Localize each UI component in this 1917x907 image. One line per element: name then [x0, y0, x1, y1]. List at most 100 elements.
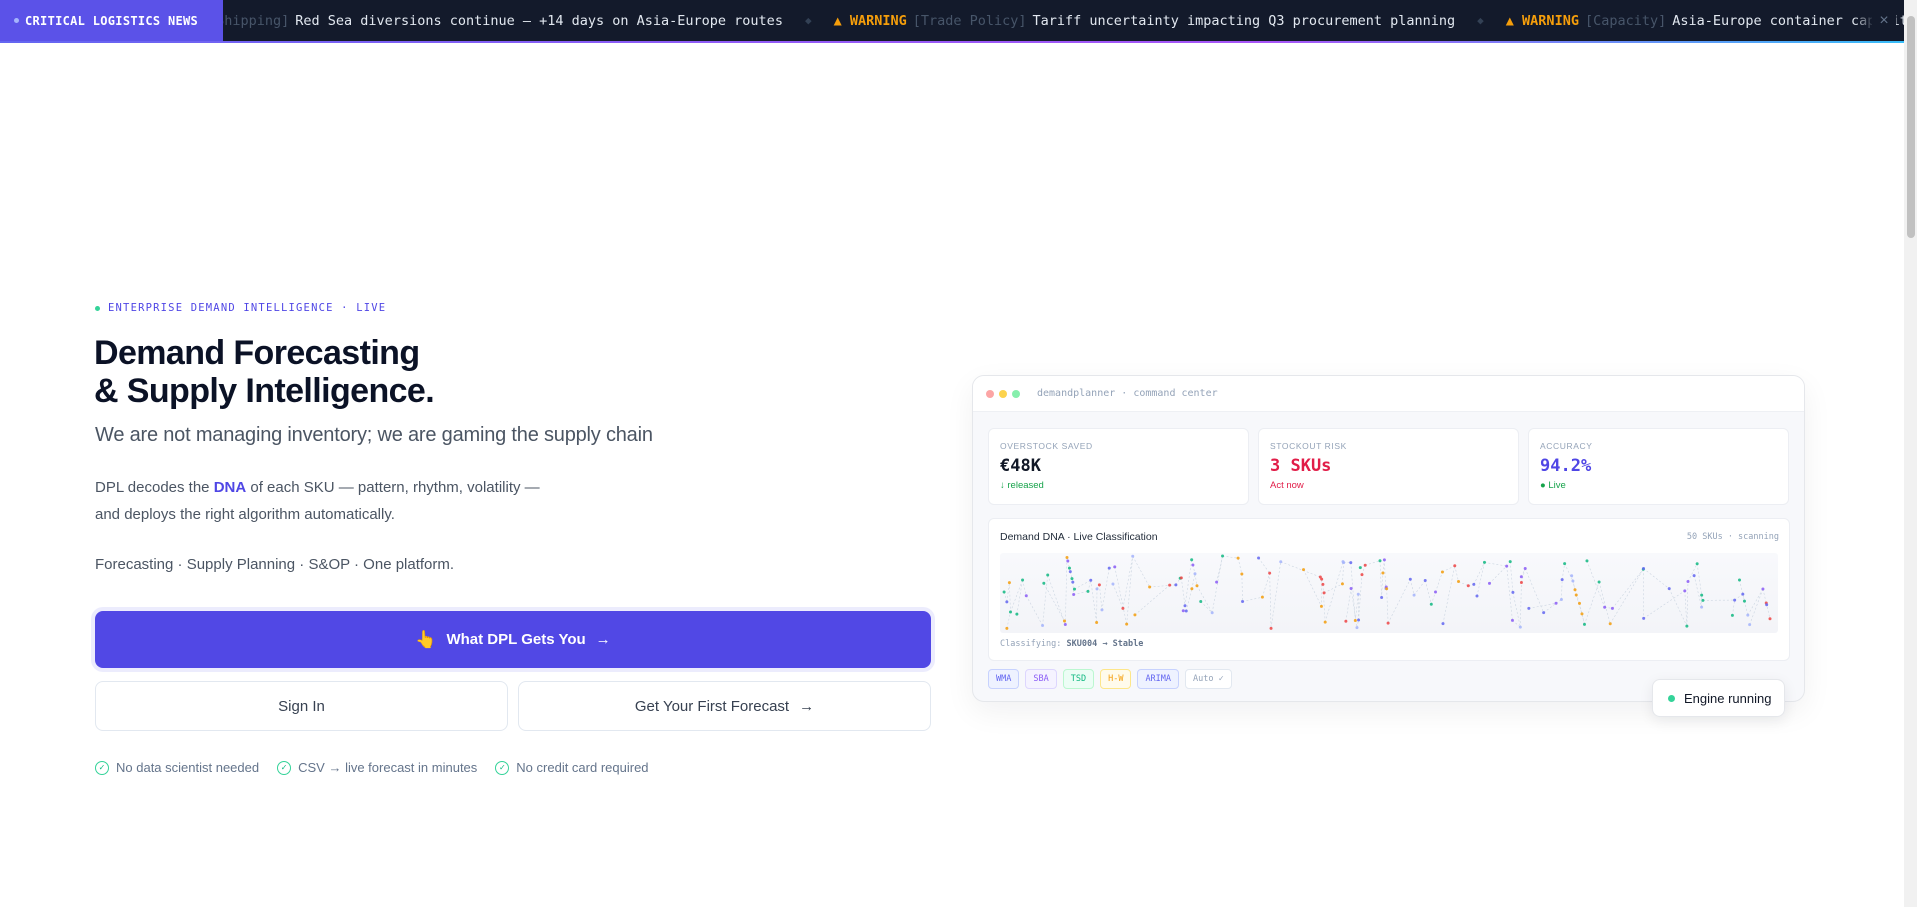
- dna-node: [1071, 580, 1075, 584]
- window-maximize-dot-icon: [1012, 389, 1020, 398]
- ticker-item[interactable]: ▲ WARNING [Capacity] Asia-Europe contain…: [1506, 13, 1904, 29]
- ticker-item[interactable]: ▲ WARNING [Trade Policy] Tariff uncertai…: [834, 13, 1456, 29]
- dna-link: [1561, 563, 1565, 580]
- dna-link: [1134, 584, 1170, 616]
- cta-label: What DPL Gets You: [446, 631, 586, 648]
- dna-node: [1358, 566, 1362, 570]
- dna-link: [1303, 569, 1322, 607]
- dna-link: [1065, 557, 1068, 625]
- dna-node: [1068, 570, 1072, 574]
- page-scrollbar[interactable]: [1904, 0, 1917, 907]
- dna-node: [1067, 566, 1071, 570]
- dna-link: [1126, 556, 1134, 625]
- trust-item: ✓ No credit card required: [495, 760, 649, 775]
- dna-node: [1441, 622, 1445, 626]
- engine-status-badge: Engine running: [1652, 679, 1785, 717]
- eyebrow-text: ENTERPRISE DEMAND INTELLIGENCE · LIVE: [108, 302, 387, 314]
- dna-node: [1412, 593, 1416, 597]
- check-circle-icon: ✓: [95, 760, 109, 775]
- dna-node: [1466, 584, 1470, 588]
- dna-link: [1074, 580, 1091, 590]
- dna-node: [1113, 565, 1117, 569]
- dna-link: [1280, 561, 1321, 578]
- ticker-fade: [1854, 0, 1874, 41]
- get-first-forecast-button[interactable]: Get Your First Forecast →: [518, 681, 931, 731]
- scrollbar-thumb[interactable]: [1907, 16, 1915, 238]
- dna-node: [1066, 559, 1070, 563]
- arrow-right-icon: →: [799, 697, 815, 715]
- dna-node: [1221, 554, 1225, 558]
- trust-item: ✓ CSV → live forecast in minutes: [277, 760, 477, 775]
- window-titlebar: demandplanner · command center: [973, 376, 1804, 412]
- forecast-label: Get Your First Forecast: [634, 697, 790, 715]
- dna-link: [1732, 600, 1735, 616]
- dna-link: [1270, 561, 1282, 629]
- dna-node: [1183, 604, 1187, 608]
- dna-node: [1269, 626, 1273, 630]
- chip-wma: WMA: [988, 669, 1020, 689]
- dna-node: [1559, 598, 1563, 602]
- dna-link: [1747, 588, 1764, 616]
- dna-link: [1073, 591, 1089, 595]
- dna-link: [1458, 581, 1469, 587]
- dna-node: [1097, 583, 1101, 587]
- dna-node: [1107, 566, 1111, 570]
- hero-eyebrow: ENTERPRISE DEMAND INTELLIGENCE · LIVE: [95, 302, 386, 314]
- dna-link: [1003, 591, 1008, 602]
- dna-node: [1730, 613, 1734, 617]
- dna-link: [1342, 562, 1344, 584]
- dna-node: [1072, 587, 1076, 591]
- dna-node: [1423, 578, 1427, 582]
- dna-node: [1748, 623, 1752, 627]
- dna-link: [1668, 588, 1688, 627]
- trust-text: No credit card required: [516, 760, 649, 775]
- dna-node: [1062, 619, 1066, 623]
- dna-link: [1686, 581, 1689, 627]
- dna-link: [1381, 572, 1384, 598]
- dna-link: [1744, 601, 1749, 616]
- ticker-item[interactable]: [Shipping] Red Sea diversions continue —…: [208, 13, 783, 29]
- dna-link: [1016, 579, 1023, 615]
- close-icon[interactable]: ×: [1872, 9, 1896, 33]
- dna-link: [1435, 571, 1443, 593]
- dna-link: [1026, 595, 1043, 626]
- dna-link: [1323, 583, 1343, 594]
- hero-description: DPL decodes the DNA of each SKU — patter…: [95, 474, 540, 528]
- dna-node: [1580, 612, 1584, 616]
- check-circle-icon: ✓: [277, 760, 292, 775]
- dna-node: [1453, 564, 1457, 568]
- dna-node: [1603, 605, 1607, 609]
- dna-link: [1149, 584, 1176, 588]
- dna-node: [1360, 573, 1364, 577]
- dna-link: [1693, 575, 1702, 608]
- dna-node: [1554, 601, 1558, 605]
- dna-node: [1573, 588, 1577, 592]
- window-title: demandplanner · command center: [1037, 388, 1218, 399]
- dna-node: [1257, 556, 1261, 560]
- kpi-value: 3 SKUs: [1270, 456, 1332, 476]
- dna-node: [1408, 577, 1412, 581]
- dna-node: [1279, 560, 1283, 564]
- dna-node: [1363, 563, 1367, 567]
- dna-node: [1002, 590, 1006, 594]
- dna-node: [1386, 621, 1390, 625]
- dna-node: [1320, 577, 1324, 581]
- dna-link: [1010, 579, 1023, 613]
- dna-node: [1199, 600, 1203, 604]
- what-dpl-gets-you-button[interactable]: 👆 What DPL Gets You →: [95, 611, 931, 668]
- kpi-card-accuracy: ACCURACY 94.2% ● Live: [1528, 428, 1789, 505]
- dna-link: [1196, 585, 1213, 613]
- dna-node: [1742, 599, 1746, 603]
- kpi-sub: ↓ released: [1000, 480, 1044, 491]
- dna-node: [1733, 598, 1737, 602]
- ticker-tag: [Trade Policy]: [912, 12, 1027, 29]
- dna-node: [1260, 595, 1264, 599]
- dna-link: [1200, 601, 1213, 613]
- dna-node: [1695, 562, 1699, 566]
- dna-node: [1089, 578, 1093, 582]
- ticker-label-text: CRITICAL LOGISTICS NEWS: [25, 13, 199, 28]
- dna-link: [1114, 566, 1127, 625]
- dna-node: [1121, 606, 1125, 610]
- sign-in-button[interactable]: Sign In: [95, 681, 508, 731]
- dna-node: [1342, 561, 1346, 565]
